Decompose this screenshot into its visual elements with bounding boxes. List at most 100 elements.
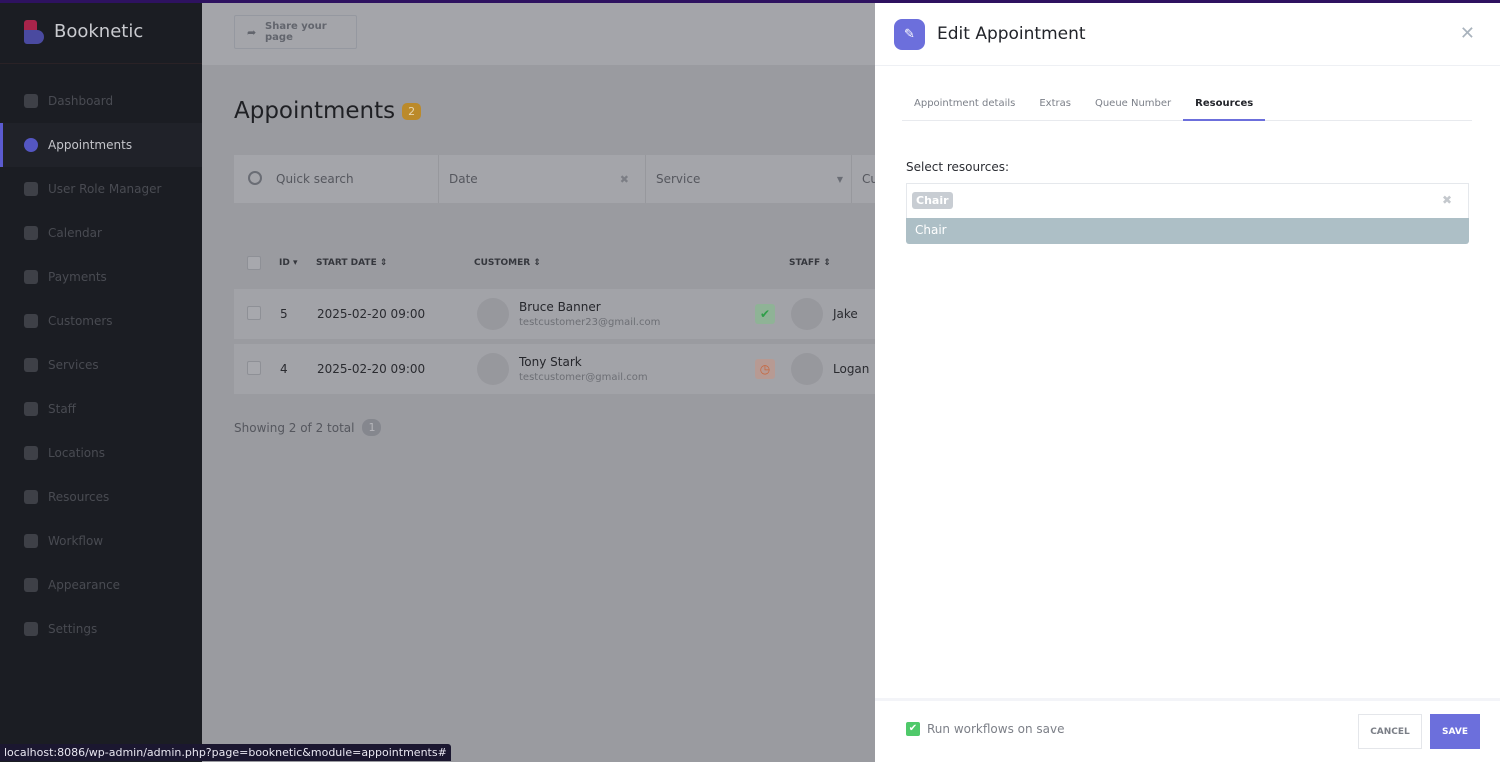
- sidebar-item-settings[interactable]: Settings: [0, 607, 202, 651]
- sidebar: Booknetic Dashboard Appointments User Role…: [0, 0, 202, 762]
- save-button[interactable]: SAVE: [1430, 714, 1480, 749]
- sidebar-item-appointments[interactable]: Appointments: [0, 123, 202, 167]
- clock-icon: [24, 138, 38, 152]
- customer-email: testcustomer@gmail.com: [519, 372, 648, 383]
- run-workflows-checkbox[interactable]: ✔: [906, 722, 920, 736]
- panel-footer: ✔ Run workflows on save CANCEL SAVE: [875, 698, 1500, 762]
- customer-avatar: [477, 353, 509, 385]
- user-plus-icon: [24, 182, 38, 196]
- customer-name: Bruce Banner: [519, 300, 601, 314]
- sidebar-item-services[interactable]: Services: [0, 343, 202, 387]
- sidebar-item-staff[interactable]: Staff: [0, 387, 202, 431]
- th-id[interactable]: ID ▾: [279, 258, 297, 268]
- table-row[interactable]: 4 2025-02-20 09:00 Tony Stark testcustom…: [234, 344, 875, 394]
- sidebar-item-label: Settings: [48, 622, 98, 636]
- sidebar-item-payments[interactable]: Payments: [0, 255, 202, 299]
- sidebar-item-label: Dashboard: [48, 94, 114, 108]
- pencil-icon: ✎: [894, 18, 925, 50]
- sidebar-item-label: Appearance: [48, 578, 121, 592]
- brush-icon: [24, 578, 38, 592]
- page-title-text: Appointments: [234, 98, 396, 124]
- search-placeholder: Quick search: [276, 172, 354, 186]
- selected-resource-chip[interactable]: Chair: [912, 192, 953, 209]
- status-bar-url: localhost:8086/wp-admin/admin.php?page=b…: [0, 744, 451, 761]
- top-header: Share your page: [202, 3, 875, 65]
- sidebar-item-calendar[interactable]: Calendar: [0, 211, 202, 255]
- sidebar-item-customers[interactable]: Customers: [0, 299, 202, 343]
- booknetic-logo-icon: [24, 19, 44, 44]
- row-checkbox[interactable]: [247, 306, 261, 320]
- service-placeholder: Service: [656, 172, 701, 186]
- date-filter[interactable]: Date ✖: [439, 155, 646, 203]
- sidebar-item-label: User Role Manager: [48, 182, 162, 196]
- workflow-icon: [24, 534, 38, 548]
- pending-status-icon: ◷: [755, 359, 775, 379]
- th-customer[interactable]: CUSTOMER ⇕: [474, 258, 541, 268]
- page-title: Appointments 2: [234, 98, 422, 124]
- sidebar-item-appearance[interactable]: Appearance: [0, 563, 202, 607]
- tab-queue-number[interactable]: Queue Number: [1083, 90, 1183, 121]
- th-staff[interactable]: STAFF ⇕: [789, 258, 831, 268]
- approved-status-icon: ✔: [755, 304, 775, 324]
- resources-select[interactable]: Chair ✖: [906, 183, 1469, 218]
- sidebar-item-resources[interactable]: Resources: [0, 475, 202, 519]
- panel-header: ✎ Edit Appointment ✕: [875, 3, 1500, 66]
- run-workflows-label[interactable]: Run workflows on save: [927, 722, 1065, 736]
- chevron-down-icon: ▼: [836, 174, 843, 184]
- sidebar-item-user-role-manager[interactable]: User Role Manager: [0, 167, 202, 211]
- showing-text: Showing 2 of 2 total: [234, 420, 355, 435]
- top-border: [0, 0, 1500, 3]
- app-name: Booknetic: [54, 21, 144, 42]
- staff-name: Jake: [833, 307, 858, 321]
- row-start-date: 2025-02-20 09:00: [317, 307, 426, 321]
- sidebar-item-locations[interactable]: Locations: [0, 431, 202, 475]
- staff-avatar: [791, 298, 823, 330]
- search-input[interactable]: Quick search: [234, 155, 439, 203]
- clear-date-icon[interactable]: ✖: [620, 173, 629, 186]
- building-icon: [24, 490, 38, 504]
- sidebar-item-label: Workflow: [48, 534, 104, 548]
- panel-title: Edit Appointment: [937, 24, 1086, 44]
- tab-appointment-details[interactable]: Appointment details: [902, 90, 1027, 121]
- edit-appointment-panel: ✎ Edit Appointment ✕ Appointment details…: [875, 3, 1500, 762]
- service-filter[interactable]: Service ▼: [646, 155, 852, 203]
- staff-avatar: [791, 353, 823, 385]
- customer-name: Tony Stark: [519, 355, 582, 369]
- date-placeholder: Date: [449, 172, 478, 186]
- close-icon[interactable]: ✕: [1460, 23, 1475, 44]
- tab-resources[interactable]: Resources: [1183, 90, 1266, 121]
- select-all-checkbox[interactable]: [247, 256, 261, 270]
- tab-extras[interactable]: Extras: [1027, 90, 1083, 121]
- pagination: Showing 2 of 2 total 1: [234, 419, 382, 436]
- clear-selection-icon[interactable]: ✖: [1442, 193, 1452, 207]
- sidebar-item-label: Appointments: [48, 138, 133, 152]
- panel-tabs: Appointment details Extras Queue Number Res…: [902, 90, 1472, 121]
- sidebar-item-label: Staff: [48, 402, 76, 416]
- user-icon: [24, 402, 38, 416]
- table-row[interactable]: 5 2025-02-20 09:00 Bruce Banner testcust…: [234, 289, 875, 339]
- th-start-date[interactable]: START DATE ⇕: [316, 258, 387, 268]
- sidebar-item-dashboard[interactable]: Dashboard: [0, 79, 202, 123]
- location-arrow-icon: [24, 446, 38, 460]
- row-checkbox[interactable]: [247, 361, 261, 375]
- staff-name: Logan: [833, 362, 870, 376]
- cube-icon: [24, 94, 38, 108]
- share-page-button[interactable]: Share your page: [234, 15, 357, 49]
- search-icon: [248, 171, 262, 185]
- logo[interactable]: Booknetic: [0, 0, 202, 64]
- row-start-date: 2025-02-20 09:00: [317, 362, 426, 376]
- cancel-button[interactable]: CANCEL: [1358, 714, 1422, 749]
- sidebar-nav: Dashboard Appointments User Role Manager Ca…: [0, 64, 202, 651]
- count-badge: 2: [402, 102, 422, 120]
- calendar-icon: [24, 226, 38, 240]
- dropdown-option[interactable]: Chair: [906, 218, 1469, 244]
- row-id: 5: [280, 307, 288, 321]
- credit-card-icon: [24, 270, 38, 284]
- customer-filter[interactable]: Cu: [852, 155, 878, 203]
- row-id: 4: [280, 362, 288, 376]
- sidebar-item-workflow[interactable]: Workflow: [0, 519, 202, 563]
- list-icon: [24, 358, 38, 372]
- page-button[interactable]: 1: [362, 419, 382, 436]
- resources-label: Select resources:: [906, 160, 1010, 174]
- sidebar-item-label: Customers: [48, 314, 113, 328]
